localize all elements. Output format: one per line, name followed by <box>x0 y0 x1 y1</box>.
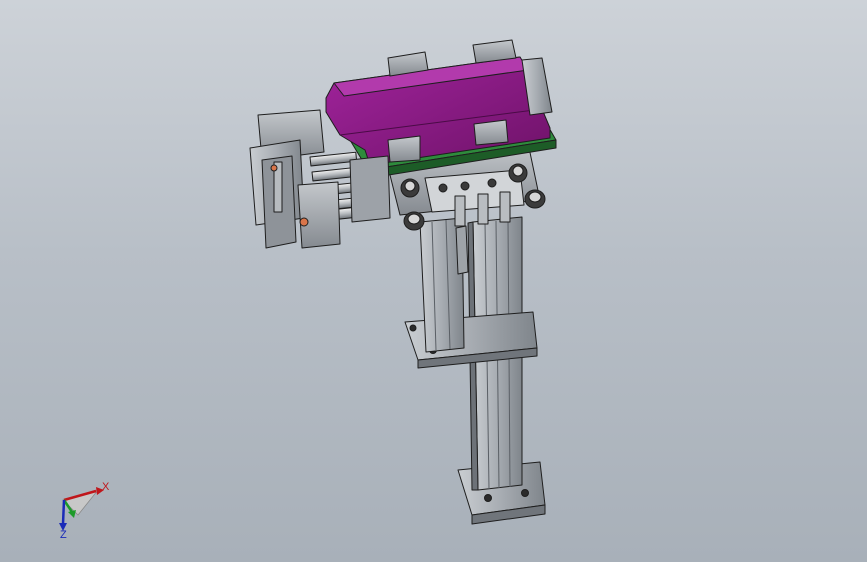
short-column[interactable] <box>419 217 469 353</box>
cad-viewport[interactable]: X Z <box>0 0 867 562</box>
z-axis-label: Z <box>60 529 67 541</box>
triad-plane <box>62 489 100 516</box>
orientation-triad[interactable]: X Z <box>59 481 110 541</box>
x-axis-label: X <box>102 481 110 493</box>
y-axis-arrowhead <box>68 510 76 518</box>
cad-model[interactable] <box>249 39 557 525</box>
z-axis-arrow <box>61 499 66 525</box>
